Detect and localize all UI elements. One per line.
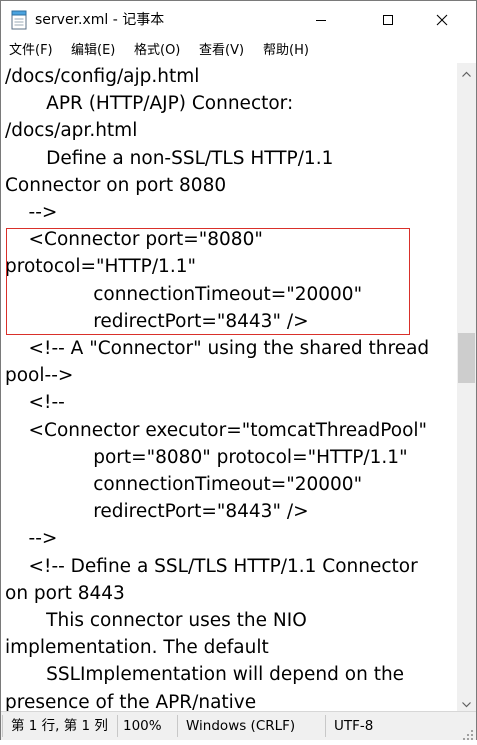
status-zoom: 100% xyxy=(123,718,162,734)
scroll-up-button[interactable] xyxy=(457,63,476,80)
menu-format[interactable]: 格式(O) xyxy=(134,42,180,60)
chevron-down-icon xyxy=(462,693,471,712)
vertical-scrollbar[interactable] xyxy=(457,63,476,711)
status-line-ending: Windows (CRLF) xyxy=(186,718,296,734)
status-position: 第 1 行, 第 1 列 xyxy=(11,718,108,734)
close-button[interactable] xyxy=(419,1,465,39)
window-title: server.xml - 记事本 xyxy=(35,12,165,28)
title-bar[interactable]: server.xml - 记事本 xyxy=(1,1,476,39)
status-divider xyxy=(177,715,178,737)
menu-help[interactable]: 帮助(H) xyxy=(263,42,309,60)
notepad-icon xyxy=(11,10,28,30)
minimize-button[interactable] xyxy=(298,1,344,39)
resize-grip-icon[interactable] xyxy=(462,726,474,740)
status-bar: 第 1 行, 第 1 列 100% Windows (CRLF) UTF-8 xyxy=(1,711,476,740)
scroll-thumb[interactable] xyxy=(458,333,475,383)
scroll-down-button[interactable] xyxy=(457,694,476,711)
status-divider xyxy=(117,715,118,737)
menu-file[interactable]: 文件(F) xyxy=(9,42,53,60)
minimize-icon xyxy=(315,11,327,30)
menu-edit[interactable]: 编辑(E) xyxy=(71,42,115,60)
maximize-button[interactable] xyxy=(365,1,411,39)
status-divider xyxy=(325,715,326,737)
menu-view[interactable]: 查看(V) xyxy=(199,42,244,60)
close-icon xyxy=(436,11,448,30)
chevron-up-icon xyxy=(462,62,471,81)
notepad-window: server.xml - 记事本 文件(F) 编辑(E) 格式(O) 查看(V)… xyxy=(0,0,477,740)
editor-content[interactable]: /docs/config/ajp.html APR (HTTP/AJP) Con… xyxy=(1,63,457,711)
status-encoding: UTF-8 xyxy=(334,718,374,734)
text-editor[interactable]: /docs/config/ajp.html APR (HTTP/AJP) Con… xyxy=(1,63,457,711)
menu-bar: 文件(F) 编辑(E) 格式(O) 查看(V) 帮助(H) xyxy=(1,39,476,63)
maximize-icon xyxy=(382,11,394,30)
status-divider xyxy=(2,715,3,737)
